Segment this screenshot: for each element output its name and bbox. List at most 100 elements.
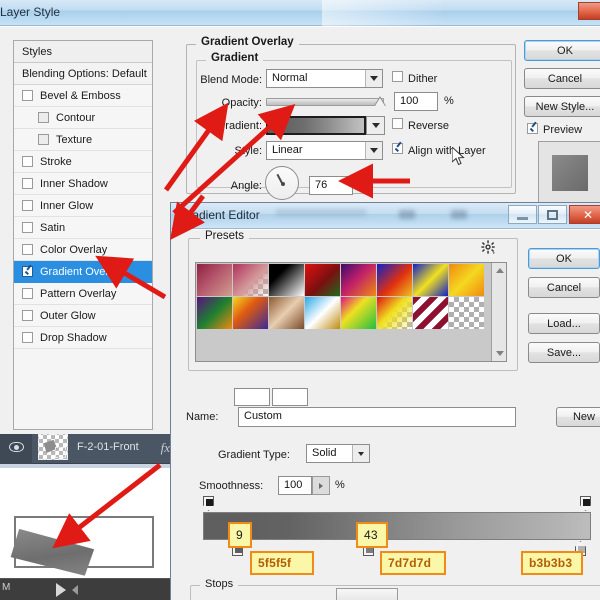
layer-thumbnail[interactable] bbox=[38, 434, 68, 460]
cancel-button[interactable]: Cancel bbox=[524, 68, 600, 89]
preset-swatch[interactable] bbox=[305, 264, 341, 297]
preset-swatch[interactable] bbox=[197, 297, 233, 330]
gradient-label: Gradient: bbox=[216, 120, 262, 132]
style-item-stroke[interactable]: Stroke bbox=[14, 151, 152, 173]
style-item-label: Satin bbox=[40, 221, 66, 234]
save-button[interactable]: Save... bbox=[528, 342, 600, 363]
style-item-color-overlay[interactable]: Color Overlay bbox=[14, 239, 152, 261]
preset-swatch[interactable] bbox=[305, 297, 341, 330]
preset-swatch[interactable] bbox=[377, 264, 413, 297]
style-item-checkbox[interactable] bbox=[22, 288, 33, 299]
gradient-preset-dropdown[interactable] bbox=[366, 116, 385, 135]
name-input[interactable]: Custom bbox=[238, 407, 516, 427]
smoothness-stepper[interactable] bbox=[312, 476, 330, 495]
style-item-checkbox[interactable] bbox=[22, 266, 33, 277]
angle-dial[interactable] bbox=[265, 166, 299, 200]
angle-input[interactable]: 76 bbox=[309, 176, 353, 195]
minimize-icon[interactable] bbox=[508, 205, 537, 224]
style-item-inner-shadow[interactable]: Inner Shadow bbox=[14, 173, 152, 195]
opacity-slider[interactable] bbox=[266, 98, 384, 106]
style-item-checkbox[interactable] bbox=[22, 310, 33, 321]
chevron-down-icon[interactable] bbox=[352, 445, 369, 462]
prev-icon[interactable] bbox=[72, 585, 78, 595]
opacity-input[interactable]: 100 bbox=[394, 92, 438, 111]
chevron-down-icon[interactable] bbox=[365, 142, 382, 159]
style-item-checkbox[interactable] bbox=[22, 222, 33, 233]
presets-list[interactable] bbox=[195, 262, 507, 362]
preset-swatch[interactable] bbox=[449, 297, 485, 330]
gradient-type-select[interactable]: Solid bbox=[306, 444, 370, 463]
style-item-checkbox[interactable] bbox=[22, 332, 33, 343]
chevron-down-icon[interactable] bbox=[367, 117, 384, 134]
reverse-checkbox-box bbox=[392, 118, 403, 129]
layer-style-titlebar[interactable]: Layer Style bbox=[0, 0, 600, 26]
preset-swatch[interactable] bbox=[269, 297, 305, 330]
gradient-editor-ok-button[interactable]: OK bbox=[528, 248, 600, 269]
annotation-color-7d7d7d: 7d7d7d bbox=[380, 551, 446, 575]
style-item-satin[interactable]: Satin bbox=[14, 217, 152, 239]
scroll-down-icon[interactable] bbox=[496, 351, 504, 356]
stops-label: Stops bbox=[200, 578, 239, 590]
new-button[interactable]: New bbox=[556, 407, 600, 427]
style-item-inner-glow[interactable]: Inner Glow bbox=[14, 195, 152, 217]
chevron-down-icon[interactable] bbox=[365, 70, 382, 87]
gradient-editor-cancel-button[interactable]: Cancel bbox=[528, 277, 600, 298]
maximize-icon[interactable] bbox=[538, 205, 567, 224]
close-icon[interactable]: ✕ bbox=[569, 205, 600, 224]
gear-icon[interactable] bbox=[481, 240, 496, 255]
preset-swatch[interactable] bbox=[413, 264, 449, 297]
preset-swatch[interactable] bbox=[341, 264, 377, 297]
style-item-checkbox[interactable] bbox=[22, 244, 33, 255]
gradient-bar[interactable] bbox=[203, 512, 591, 540]
style-item-checkbox[interactable] bbox=[22, 90, 33, 101]
preset-swatch[interactable] bbox=[233, 264, 269, 297]
style-item-checkbox[interactable] bbox=[22, 200, 33, 211]
style-item-checkbox[interactable] bbox=[38, 112, 49, 123]
style-item-outer-glow[interactable]: Outer Glow bbox=[14, 305, 152, 327]
smoothness-input[interactable]: 100 bbox=[278, 476, 312, 495]
close-icon[interactable] bbox=[578, 2, 600, 20]
preset-swatch[interactable] bbox=[341, 297, 377, 330]
annotation-color-b3b3b3: b3b3b3 bbox=[521, 551, 583, 575]
style-item-checkbox[interactable] bbox=[22, 156, 33, 167]
preset-swatch[interactable] bbox=[269, 264, 305, 297]
screenshot-root: M F-2-01-Front fx Layer Style Styles Ble… bbox=[0, 0, 600, 600]
preset-swatch[interactable] bbox=[449, 264, 485, 297]
gradient-overlay-group-title: Gradient Overlay bbox=[196, 36, 299, 48]
blending-options-item[interactable]: Blending Options: Default bbox=[14, 63, 152, 85]
style-item-contour[interactable]: Contour bbox=[14, 107, 152, 129]
preset-swatch[interactable] bbox=[377, 297, 413, 330]
preset-swatch[interactable] bbox=[233, 297, 269, 330]
gradient-swatch-button[interactable] bbox=[266, 116, 366, 135]
style-item-pattern-overlay[interactable]: Pattern Overlay bbox=[14, 283, 152, 305]
ok-button[interactable]: OK bbox=[524, 40, 600, 61]
preset-swatch[interactable] bbox=[413, 297, 449, 330]
style-item-checkbox[interactable] bbox=[22, 178, 33, 189]
blend-mode-select[interactable]: Normal bbox=[266, 69, 383, 88]
preset-swatch[interactable] bbox=[197, 264, 233, 297]
fx-badge[interactable]: fx bbox=[161, 440, 170, 456]
stops-field-1[interactable] bbox=[234, 388, 270, 406]
preview-thumbnail-shape bbox=[552, 155, 588, 191]
gradient-editor-titlebar[interactable]: Gradient Editor ✕ bbox=[171, 203, 600, 229]
load-button[interactable]: Load... bbox=[528, 313, 600, 334]
style-item-checkbox[interactable] bbox=[38, 134, 49, 145]
style-item-bevel-emboss[interactable]: Bevel & Emboss bbox=[14, 85, 152, 107]
opacity-slider-thumb[interactable] bbox=[374, 96, 386, 106]
new-style-button[interactable]: New Style... bbox=[524, 96, 600, 117]
play-icon[interactable] bbox=[56, 583, 66, 597]
layer-row[interactable]: F-2-01-Front fx bbox=[0, 430, 180, 464]
style-select[interactable]: Linear bbox=[266, 141, 383, 160]
layer-visibility-toggle[interactable] bbox=[0, 430, 32, 464]
scroll-up-icon[interactable] bbox=[496, 268, 504, 273]
style-item-drop-shadow[interactable]: Drop Shadow bbox=[14, 327, 152, 349]
preview-label: Preview bbox=[543, 124, 583, 136]
stops-field-2[interactable] bbox=[272, 388, 308, 406]
presets-scrollbar[interactable] bbox=[491, 263, 506, 361]
titlebar-blur-1 bbox=[276, 209, 366, 216]
style-item-texture[interactable]: Texture bbox=[14, 129, 152, 151]
annotation-location-9: 9 bbox=[228, 522, 252, 548]
style-item-gradient-overlay[interactable]: Gradient Overlay bbox=[14, 261, 152, 283]
style-item-label: Texture bbox=[56, 133, 93, 146]
stops-button[interactable] bbox=[336, 588, 398, 600]
